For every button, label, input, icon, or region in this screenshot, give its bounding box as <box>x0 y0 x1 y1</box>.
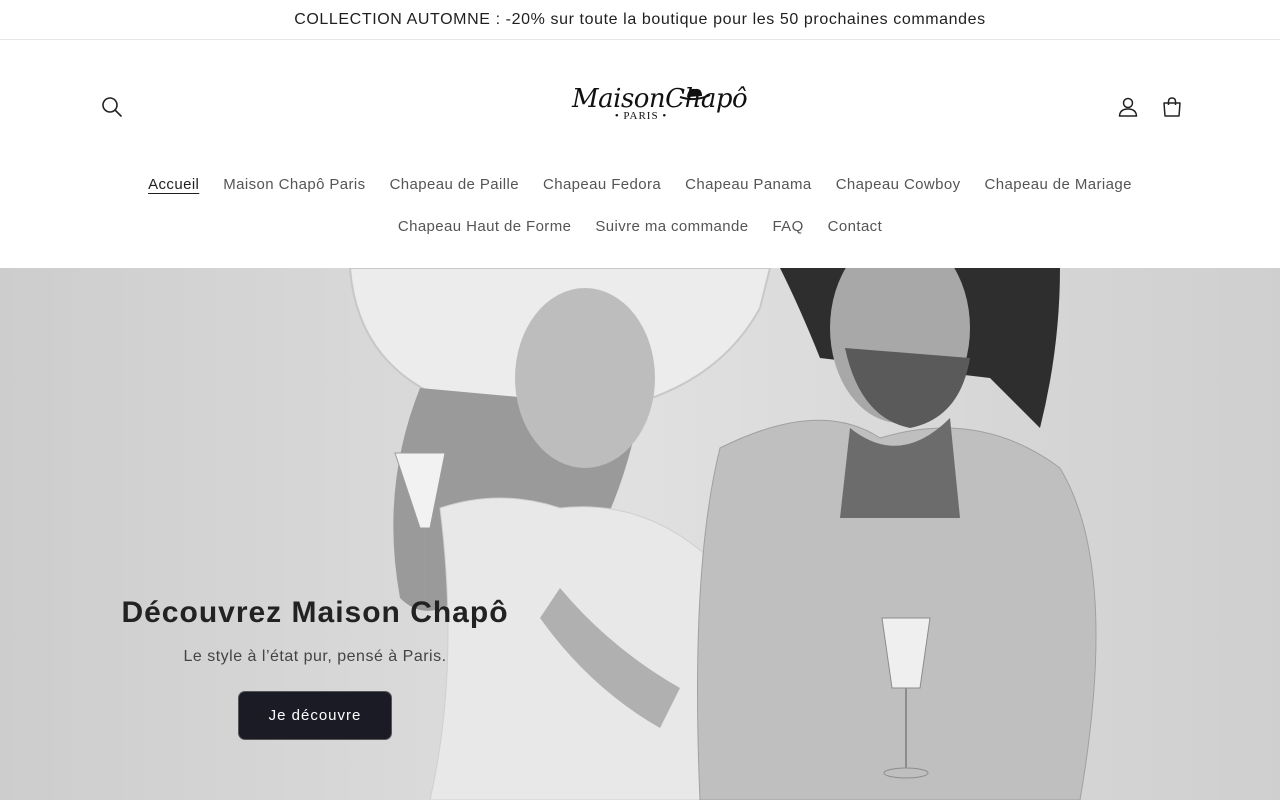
nav-link-chapeau-cowboy[interactable]: Chapeau Cowboy <box>824 172 973 197</box>
account-button[interactable] <box>1106 85 1150 129</box>
nav-link-maison-chapo-paris[interactable]: Maison Chapô Paris <box>211 172 377 197</box>
hero-banner: Découvrez Maison Chapô Le style à l’état… <box>0 268 1280 800</box>
announcement-text: COLLECTION AUTOMNE : -20% sur toute la b… <box>294 10 986 28</box>
search-button[interactable] <box>90 85 134 129</box>
nav-link-accueil[interactable]: Accueil <box>136 172 211 197</box>
hero-subtitle: Le style à l’état pur, pensé à Paris. <box>183 648 447 665</box>
nav-link-chapeau-fedora[interactable]: Chapeau Fedora <box>531 172 673 197</box>
site-header: MaisonChapô • PARIS • Accueil Maison Cha… <box>0 40 1280 268</box>
cart-icon <box>1163 97 1181 117</box>
cart-button[interactable] <box>1150 85 1194 129</box>
nav-link-chapeau-de-mariage[interactable]: Chapeau de Mariage <box>973 172 1144 197</box>
main-nav-row-1: Accueil Maison Chapô Paris Chapeau de Pa… <box>0 172 1280 197</box>
announcement-bar: COLLECTION AUTOMNE : -20% sur toute la b… <box>0 0 1280 40</box>
nav-link-faq[interactable]: FAQ <box>760 214 815 239</box>
nav-link-suivre-ma-commande[interactable]: Suivre ma commande <box>583 214 760 239</box>
main-nav-row-2: Chapeau Haut de Forme Suivre ma commande… <box>0 214 1280 239</box>
nav-link-chapeau-haut-de-forme[interactable]: Chapeau Haut de Forme <box>386 214 584 239</box>
search-icon <box>102 97 122 117</box>
discover-button[interactable]: Je découvre <box>239 692 391 739</box>
hero-title: Découvrez Maison Chapô <box>121 596 509 629</box>
hat-icon <box>679 88 711 101</box>
account-icon <box>1118 97 1138 117</box>
site-logo[interactable]: MaisonChapô • PARIS • <box>566 82 748 132</box>
nav-link-chapeau-panama[interactable]: Chapeau Panama <box>673 172 824 197</box>
nav-link-chapeau-de-paille[interactable]: Chapeau de Paille <box>378 172 531 197</box>
logo-tagline: • PARIS • <box>614 110 668 122</box>
hero-image <box>0 268 1280 800</box>
nav-link-contact[interactable]: Contact <box>816 214 895 239</box>
